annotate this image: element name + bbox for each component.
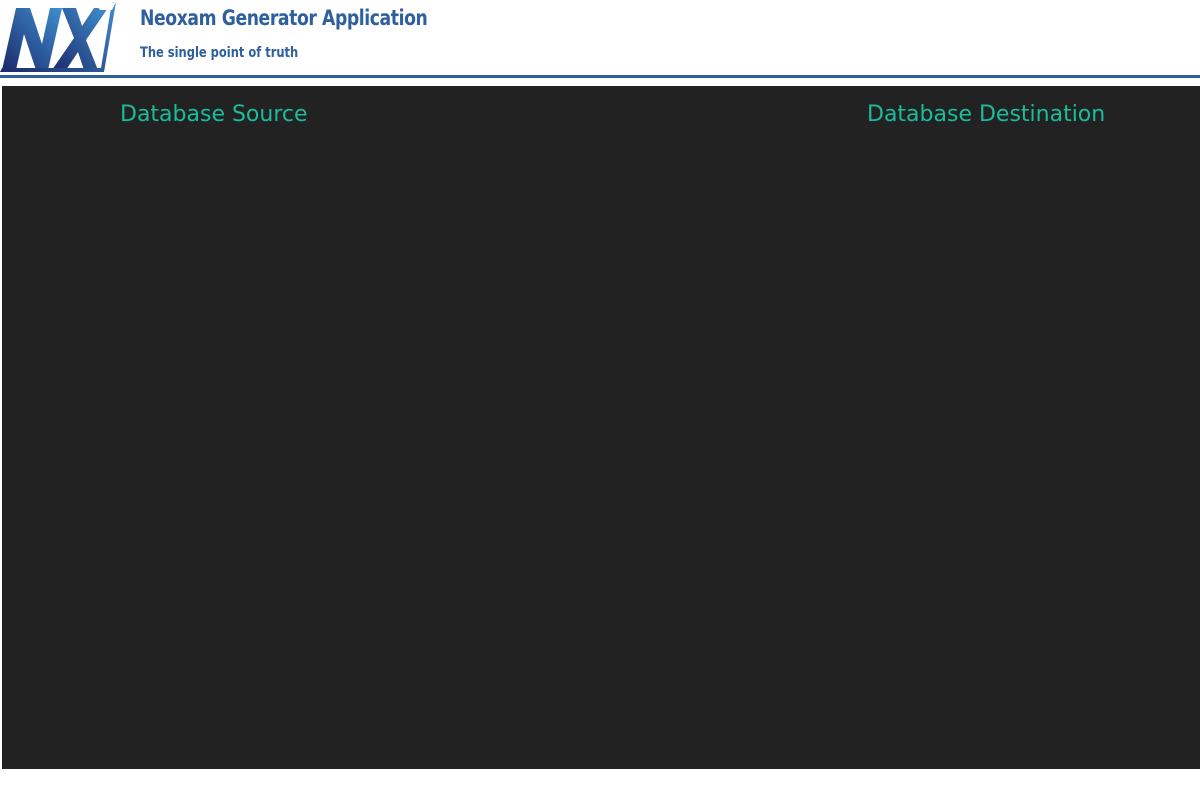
nx-logo-icon [0, 2, 116, 72]
header-divider [0, 75, 1200, 78]
app-header: Neoxam Generator Application The single … [0, 0, 1200, 76]
app-subtitle: The single point of truth [140, 45, 299, 61]
app-title: Neoxam Generator Application [140, 6, 428, 30]
database-destination-heading: Database Destination [867, 102, 1106, 127]
database-source-heading: Database Source [120, 102, 308, 127]
main-panel: Database Source Database Destination [2, 86, 1200, 769]
